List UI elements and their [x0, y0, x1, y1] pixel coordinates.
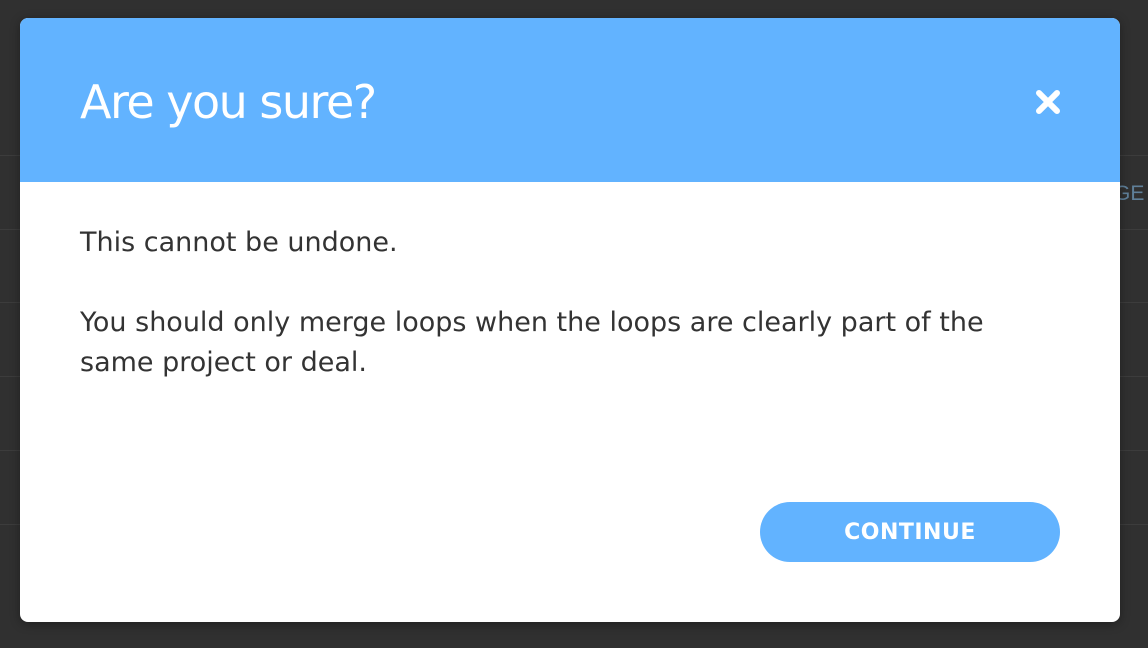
continue-button[interactable]: CONTINUE [760, 502, 1060, 562]
dialog-warning-text: This cannot be undone. [80, 227, 398, 258]
dialog-description-text: You should only merge loops when the loo… [80, 307, 984, 378]
dialog-header: Are you sure? [20, 18, 1120, 182]
confirm-dialog: Are you sure? This cannot be undone. You… [20, 18, 1120, 622]
close-icon [1036, 90, 1060, 114]
background-edge-text: GE [1116, 182, 1145, 205]
close-button[interactable] [1028, 82, 1068, 122]
dialog-title: Are you sure? [80, 75, 377, 129]
